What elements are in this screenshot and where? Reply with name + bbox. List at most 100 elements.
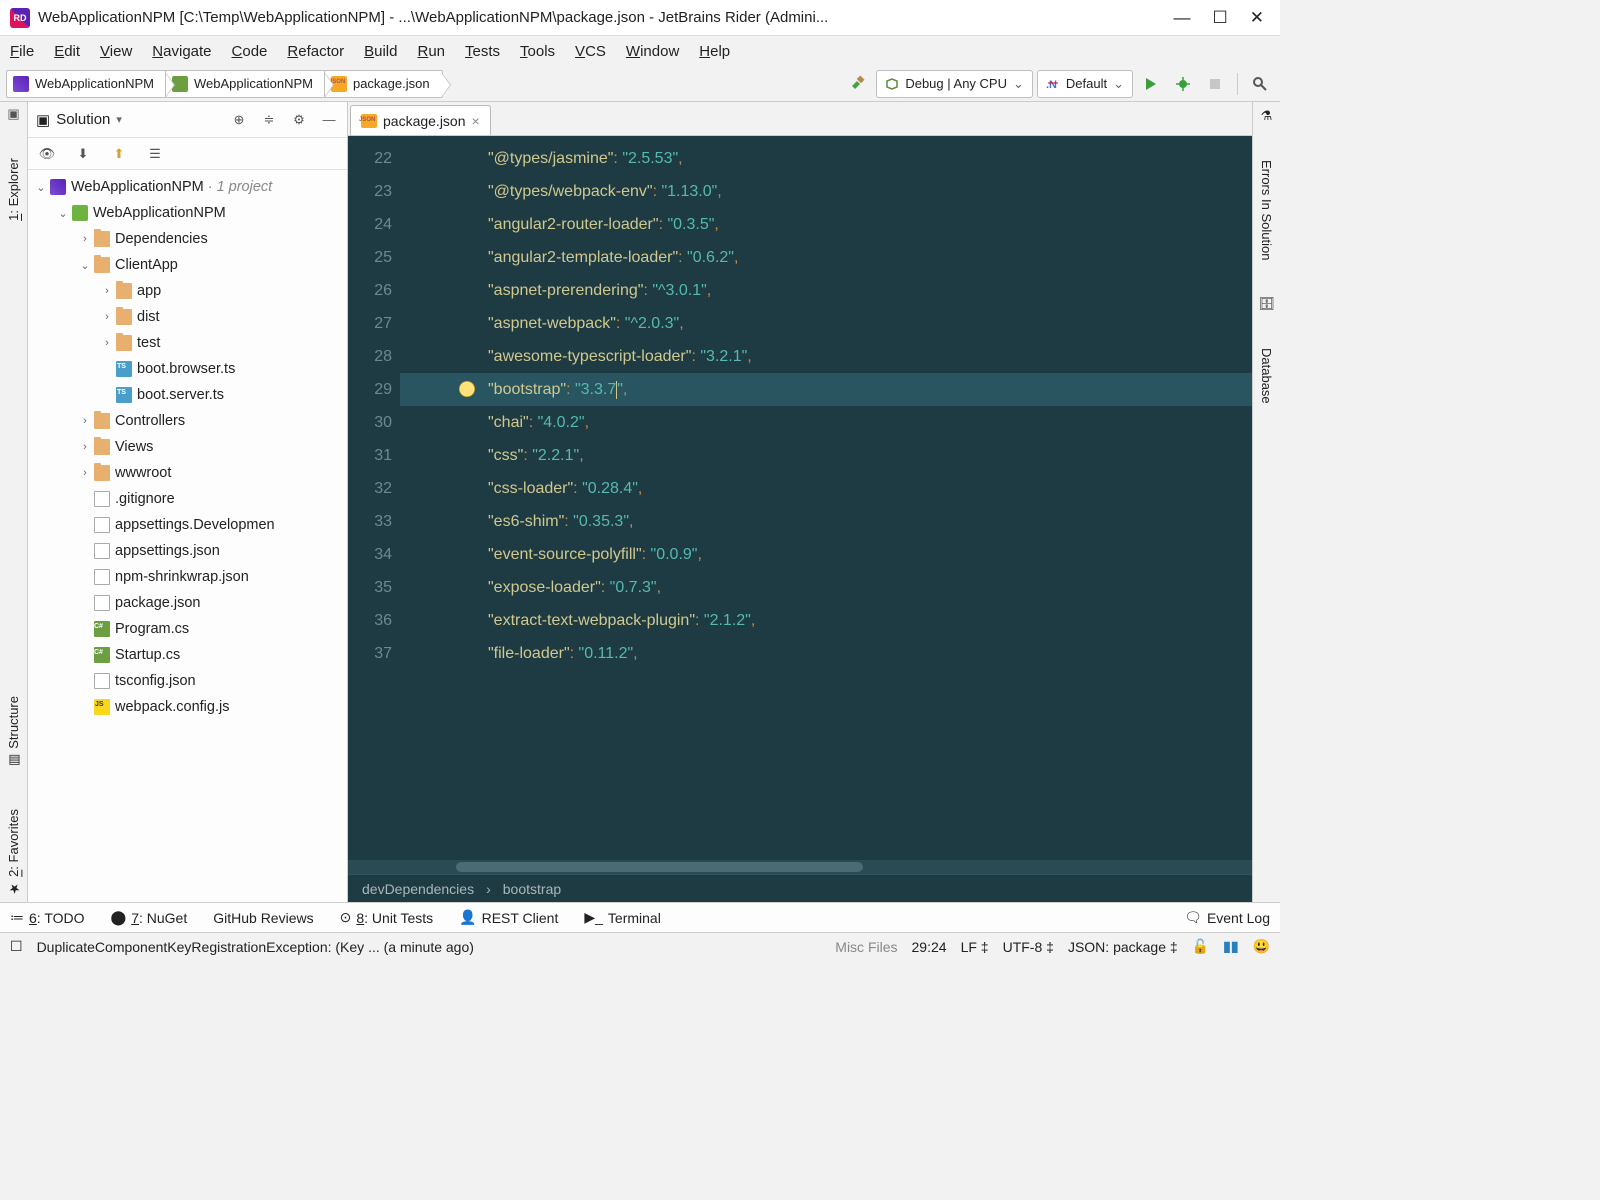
- memory-indicator-icon[interactable]: 😃: [1253, 938, 1270, 955]
- status-schema[interactable]: JSON: package ‡: [1068, 939, 1178, 955]
- build-hammer-icon[interactable]: [844, 70, 872, 98]
- window-title: WebApplicationNPM [C:\Temp\WebApplicatio…: [38, 9, 1174, 26]
- tree-node-app[interactable]: ›app: [28, 278, 347, 304]
- tab-close-icon[interactable]: ×: [472, 113, 480, 129]
- favorites-tool-button[interactable]: ★ 2: Favorites: [4, 803, 23, 902]
- status-context[interactable]: Misc Files: [835, 939, 897, 955]
- minimize-button[interactable]: —: [1174, 8, 1191, 28]
- tree-node-package-json[interactable]: package.json: [28, 590, 347, 616]
- run-target-combo[interactable]: .N Default ⌄: [1037, 70, 1133, 98]
- close-button[interactable]: ✕: [1250, 8, 1264, 28]
- status-message[interactable]: DuplicateComponentKeyRegistrationExcepti…: [37, 939, 474, 955]
- sync-up-icon[interactable]: ⬆: [108, 143, 130, 165]
- solution-explorer: ▣ Solution ▾ ⊕ ≑ ⚙ — 👁 ⬇ ⬆ ☰ ⌄WebApplica…: [28, 102, 348, 902]
- menu-help[interactable]: Help: [699, 43, 730, 60]
- tree-node-appsettings-developmen[interactable]: appsettings.Developmen: [28, 512, 347, 538]
- tree-node-webpack-config-js[interactable]: webpack.config.js: [28, 694, 347, 720]
- status-encoding[interactable]: UTF-8 ‡: [1003, 939, 1054, 955]
- bottom-tool-bar: ≔6: TODO ⬤7: NuGet GitHub Reviews ⊙8: Unit …: [0, 902, 1280, 932]
- menu-view[interactable]: View: [100, 43, 132, 60]
- errors-tool-button[interactable]: Errors In Solution: [1257, 154, 1276, 266]
- tree-node-test[interactable]: ›test: [28, 330, 347, 356]
- tree-node-boot-server-ts[interactable]: boot.server.ts: [28, 382, 347, 408]
- pause-indexing-icon[interactable]: ▮▮: [1223, 938, 1238, 955]
- flask-icon[interactable]: ⚗: [1261, 108, 1273, 124]
- intention-bulb-icon[interactable]: [458, 380, 476, 398]
- tree-node-appsettings-json[interactable]: appsettings.json: [28, 538, 347, 564]
- tree-node-tsconfig-json[interactable]: tsconfig.json: [28, 668, 347, 694]
- status-caret-pos[interactable]: 29:24: [912, 939, 947, 955]
- menu-navigate[interactable]: Navigate: [152, 43, 211, 60]
- breadcrumb-webapplicationnpm[interactable]: WebApplicationNPM: [165, 70, 326, 98]
- bottom-8-unit-tests[interactable]: ⊙8: Unit Tests: [340, 909, 434, 926]
- app-icon: RD: [10, 8, 30, 28]
- bottom-rest-client[interactable]: 👤REST Client: [459, 909, 558, 926]
- hide-panel-icon[interactable]: —: [319, 110, 339, 130]
- collapse-icon[interactable]: ≑: [259, 110, 279, 130]
- stop-button[interactable]: [1201, 70, 1229, 98]
- code-area[interactable]: 22232425262728293031323334353637 "@types…: [348, 136, 1252, 860]
- explorer-title[interactable]: ▣ Solution ▾: [36, 111, 219, 129]
- toolbar: WebApplicationNPMWebApplicationNPMpackag…: [0, 66, 1280, 102]
- project-tool-icon[interactable]: ▣: [7, 106, 19, 122]
- debug-button[interactable]: [1169, 70, 1197, 98]
- search-everywhere-button[interactable]: [1246, 70, 1274, 98]
- status-notification-icon[interactable]: ☐: [10, 938, 23, 955]
- database-tool-button[interactable]: Database: [1257, 342, 1276, 410]
- maximize-button[interactable]: ☐: [1213, 8, 1228, 28]
- menu-tools[interactable]: Tools: [520, 43, 555, 60]
- settings-gear-icon[interactable]: ⚙: [289, 110, 309, 130]
- tree-node-dependencies[interactable]: ›Dependencies: [28, 226, 347, 252]
- editor-tab-package-json[interactable]: package.json ×: [350, 105, 491, 135]
- tree-node-boot-browser-ts[interactable]: boot.browser.ts: [28, 356, 347, 382]
- bottom-terminal[interactable]: ▶_Terminal: [584, 909, 660, 926]
- menu-file[interactable]: File: [10, 43, 34, 60]
- lock-icon[interactable]: 🔓: [1192, 938, 1209, 955]
- editor-breadcrumb[interactable]: devDependencies › bootstrap: [348, 874, 1252, 902]
- tree-node-dist[interactable]: ›dist: [28, 304, 347, 330]
- explorer-tool-button[interactable]: 1: Explorer: [4, 152, 23, 227]
- horizontal-scrollbar[interactable]: [348, 860, 1252, 874]
- breadcrumb-package-json[interactable]: package.json: [324, 70, 443, 98]
- run-config-label: Debug | Any CPU: [905, 76, 1007, 91]
- tree-node-program-cs[interactable]: Program.cs: [28, 616, 347, 642]
- menu-vcs[interactable]: VCS: [575, 43, 606, 60]
- structure-tool-button[interactable]: ▤ Structure: [4, 690, 23, 773]
- flatten-icon[interactable]: ☰: [144, 143, 166, 165]
- tree-node--gitignore[interactable]: .gitignore: [28, 486, 347, 512]
- tree-node-npm-shrinkwrap-json[interactable]: npm-shrinkwrap.json: [28, 564, 347, 590]
- tree-node-wwwroot[interactable]: ›wwwroot: [28, 460, 347, 486]
- menu-refactor[interactable]: Refactor: [287, 43, 344, 60]
- editor-crumb-0[interactable]: devDependencies: [362, 881, 474, 897]
- tree-node-controllers[interactable]: ›Controllers: [28, 408, 347, 434]
- run-config-combo[interactable]: Debug | Any CPU ⌄: [876, 70, 1033, 98]
- menu-window[interactable]: Window: [626, 43, 679, 60]
- run-button[interactable]: [1137, 70, 1165, 98]
- tree-node-webapplicationnpm[interactable]: ⌄WebApplicationNPM· 1 project: [28, 174, 347, 200]
- sync-down-icon[interactable]: ⬇: [72, 143, 94, 165]
- run-target-label: Default: [1066, 76, 1107, 91]
- solution-tree[interactable]: ⌄WebApplicationNPM· 1 project⌄WebApplica…: [28, 170, 347, 902]
- tree-node-clientapp[interactable]: ⌄ClientApp: [28, 252, 347, 278]
- menu-tests[interactable]: Tests: [465, 43, 500, 60]
- menu-build[interactable]: Build: [364, 43, 397, 60]
- status-bar: ☐ DuplicateComponentKeyRegistrationExcep…: [0, 932, 1280, 960]
- locate-icon[interactable]: ⊕: [229, 110, 249, 130]
- bottom-github-reviews[interactable]: GitHub Reviews: [213, 910, 313, 926]
- menu-edit[interactable]: Edit: [54, 43, 80, 60]
- tree-node-startup-cs[interactable]: Startup.cs: [28, 642, 347, 668]
- bottom-6-todo[interactable]: ≔6: TODO: [10, 909, 85, 926]
- editor-crumb-1[interactable]: bootstrap: [503, 881, 561, 897]
- tree-node-views[interactable]: ›Views: [28, 434, 347, 460]
- status-line-ending[interactable]: LF ‡: [961, 939, 989, 955]
- code-content[interactable]: "@types/jasmine": "2.5.53","@types/webpa…: [400, 136, 1252, 860]
- bottom-7-nuget[interactable]: ⬤7: NuGet: [111, 909, 188, 926]
- menu-run[interactable]: Run: [417, 43, 445, 60]
- event-log-button[interactable]: 🗨 Event Log: [1184, 909, 1270, 926]
- show-all-icon[interactable]: 👁: [36, 143, 58, 165]
- breadcrumb-webapplicationnpm[interactable]: WebApplicationNPM: [6, 70, 167, 98]
- menu-code[interactable]: Code: [232, 43, 268, 60]
- tree-node-webapplicationnpm[interactable]: ⌄WebApplicationNPM: [28, 200, 347, 226]
- right-tool-strip: ⚗ Errors In Solution 🗄 Database: [1252, 102, 1280, 902]
- database-icon[interactable]: 🗄: [1258, 296, 1275, 312]
